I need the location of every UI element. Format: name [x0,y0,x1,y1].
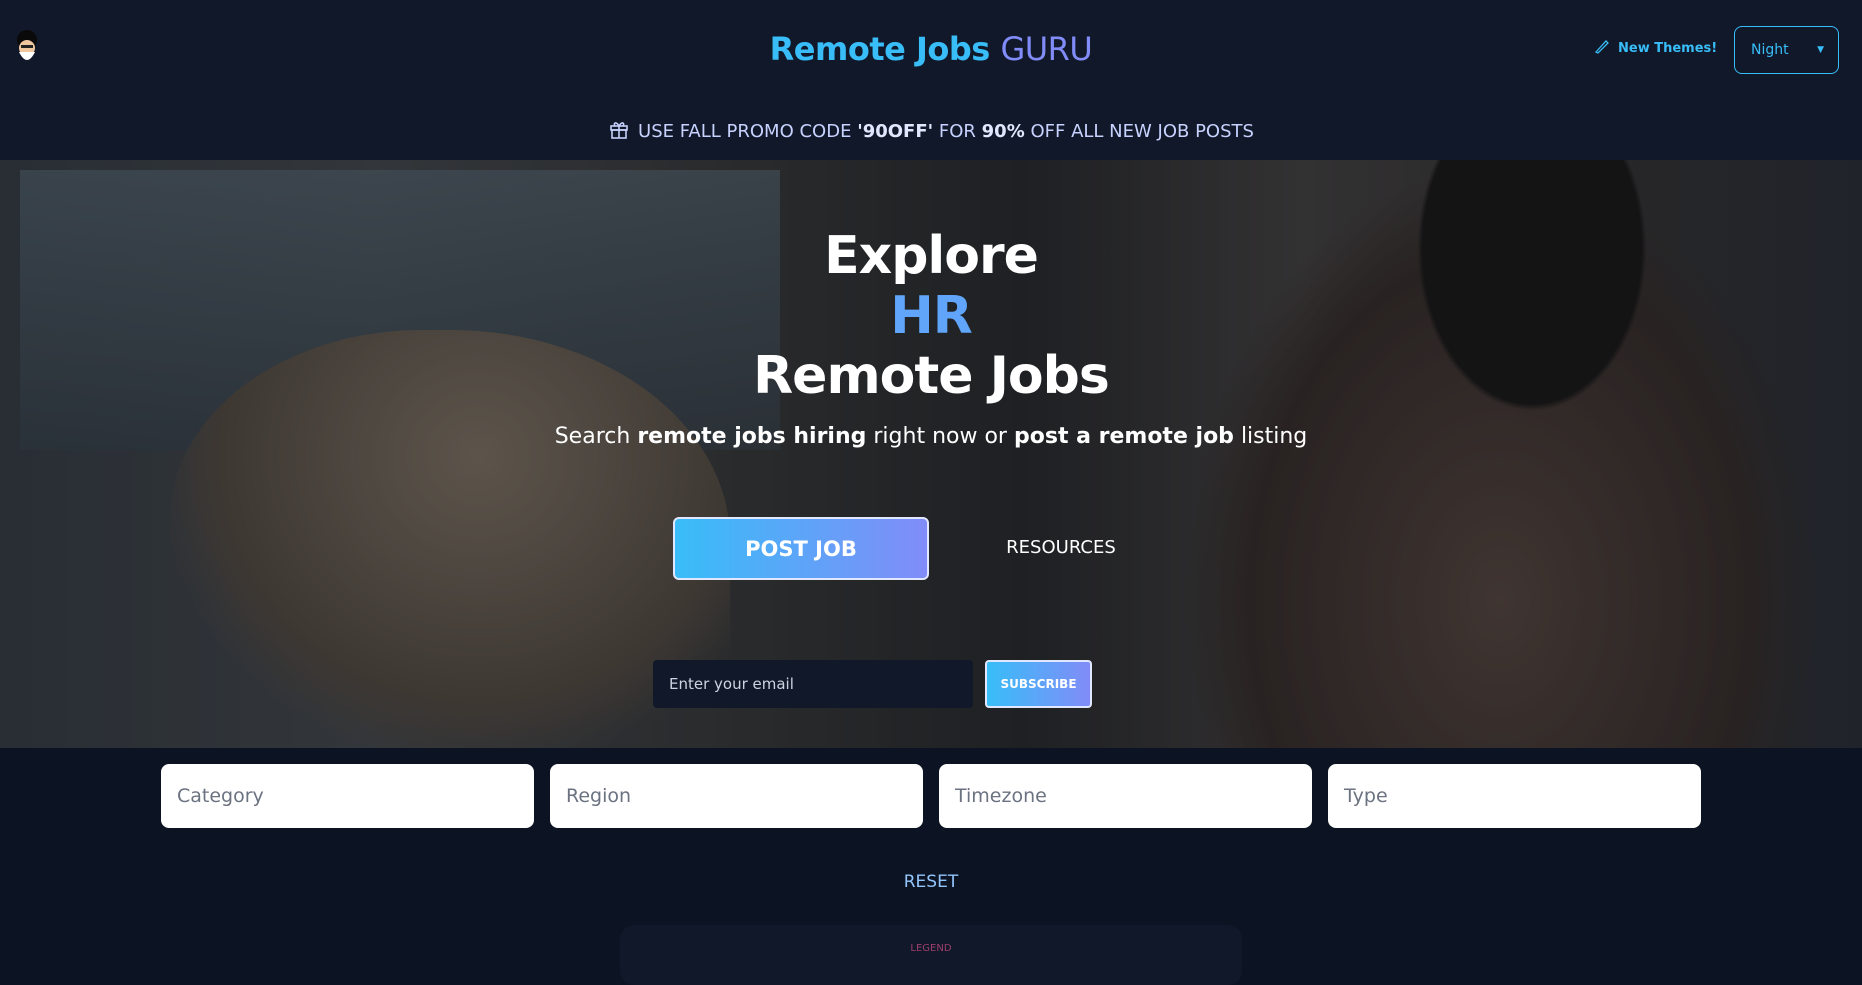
promo-text: USE FALL PROMO CODE [638,121,852,142]
promo-text: FOR [938,121,976,142]
type-filter[interactable]: Type [1328,764,1701,828]
brush-icon [1594,38,1610,58]
region-filter[interactable]: Region [550,764,923,828]
site-title[interactable]: Remote Jobs GURU [0,30,1862,68]
reset-button[interactable]: RESET [0,872,1862,892]
promo-text: OFF ALL NEW JOB POSTS [1030,121,1254,142]
gift-icon [608,118,630,145]
hero-heading-category: HR [890,286,973,346]
theme-select-value: Night [1751,42,1789,58]
promo-code: '90OFF' [857,121,934,142]
promo-banner: USE FALL PROMO CODE '90OFF' FOR 90% OFF … [0,118,1862,145]
post-job-button[interactable]: POST JOB [673,517,929,580]
hero-subtitle: Search remote jobs hiring right now or p… [554,424,1308,449]
category-filter[interactable]: Category [161,764,534,828]
legend-panel: LEGEND [620,925,1242,985]
resources-link[interactable]: RESOURCES [1000,537,1122,558]
timezone-filter[interactable]: Timezone [939,764,1312,828]
header: Remote Jobs GURU New Themes! Night ▼ USE… [0,0,1862,160]
subscribe-button[interactable]: SUBSCRIBE [985,660,1092,708]
reset-label[interactable]: RESET [904,872,958,892]
chevron-down-icon: ▼ [1817,45,1824,55]
title-main: Remote Jobs [769,30,991,68]
new-themes-label: New Themes! [1618,40,1718,56]
hero-heading-line3: Remote Jobs [753,346,1110,406]
new-themes-link[interactable]: New Themes! [1594,38,1717,58]
legend-title: LEGEND [910,943,952,954]
theme-select[interactable]: Night ▼ [1734,26,1839,74]
hero-heading-line1: Explore [824,226,1039,286]
promo-discount: 90% [981,121,1025,142]
email-input[interactable] [653,660,973,708]
title-accent: GURU [1000,30,1093,68]
hero-section: Explore HR Remote Jobs Search remote job… [0,160,1862,748]
